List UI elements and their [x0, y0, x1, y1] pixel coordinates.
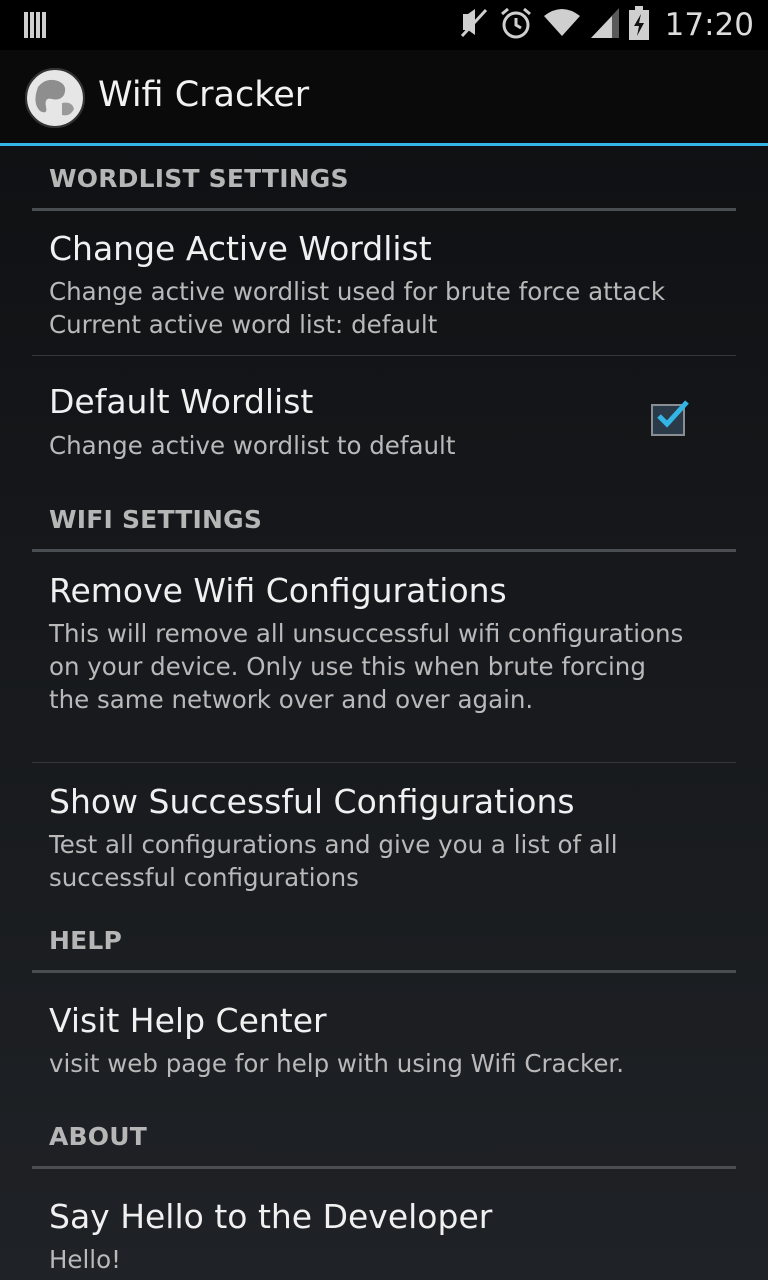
pref-title: Default Wordlist [49, 382, 314, 421]
category-label: WORDLIST SETTINGS [49, 164, 349, 193]
pref-summary: Hello! [49, 1245, 121, 1274]
pref-say-hello-to-developer[interactable]: Say Hello to the Developer Hello! [32, 1169, 736, 1280]
settings-screen: 17:20 Wifi Cracker WORDLIST SETTINGS Cha… [0, 0, 768, 1280]
default-wordlist-checkbox[interactable] [651, 400, 689, 436]
pref-title: Remove Wifi Configurations [49, 571, 507, 610]
category-label: ABOUT [49, 1122, 148, 1151]
battery-icon [628, 6, 649, 44]
pref-summary: Change active wordlist to default [49, 431, 456, 460]
category-label: HELP [49, 926, 123, 955]
pref-summary: This will remove all unsuccessful wifi c… [49, 619, 684, 714]
pref-visit-help-center[interactable]: Visit Help Center visit web page for hel… [32, 973, 736, 1113]
category-help: HELP [32, 922, 736, 973]
pref-summary: Change active wordlist used for brute fo… [49, 277, 666, 339]
status-time: 17:20 [664, 7, 754, 43]
category-wordlist-settings: WORDLIST SETTINGS [32, 160, 736, 211]
signal-icon [590, 8, 619, 42]
pref-change-active-wordlist[interactable]: Change Active Wordlist Change active wor… [32, 211, 736, 355]
wifi-icon [543, 8, 581, 42]
alarm-icon [499, 6, 533, 44]
pref-summary: visit web page for help with using Wifi … [49, 1049, 625, 1078]
pref-title: Change Active Wordlist [49, 229, 432, 268]
pref-remove-wifi-configurations[interactable]: Remove Wifi Configurations This will rem… [32, 552, 736, 762]
pref-default-wordlist[interactable]: Default Wordlist Change active wordlist … [32, 356, 736, 488]
pref-title: Visit Help Center [49, 1001, 327, 1040]
status-bar: 17:20 [0, 0, 768, 50]
pref-summary: Test all configurations and give you a l… [49, 830, 618, 892]
category-about: ABOUT [32, 1118, 736, 1169]
checkmark-icon [657, 400, 689, 428]
action-bar: Wifi Cracker [0, 50, 768, 146]
app-logo-icon[interactable] [24, 67, 86, 129]
pref-title: Say Hello to the Developer [49, 1197, 493, 1236]
pref-show-successful-configurations[interactable]: Show Successful Configurations Test all … [32, 763, 736, 913]
notification-icon [24, 10, 48, 44]
app-title: Wifi Cracker [98, 75, 310, 115]
category-label: WIFI SETTINGS [49, 505, 263, 534]
pref-title: Show Successful Configurations [49, 782, 575, 821]
category-wifi-settings: WIFI SETTINGS [32, 500, 736, 552]
mute-icon [459, 6, 489, 44]
